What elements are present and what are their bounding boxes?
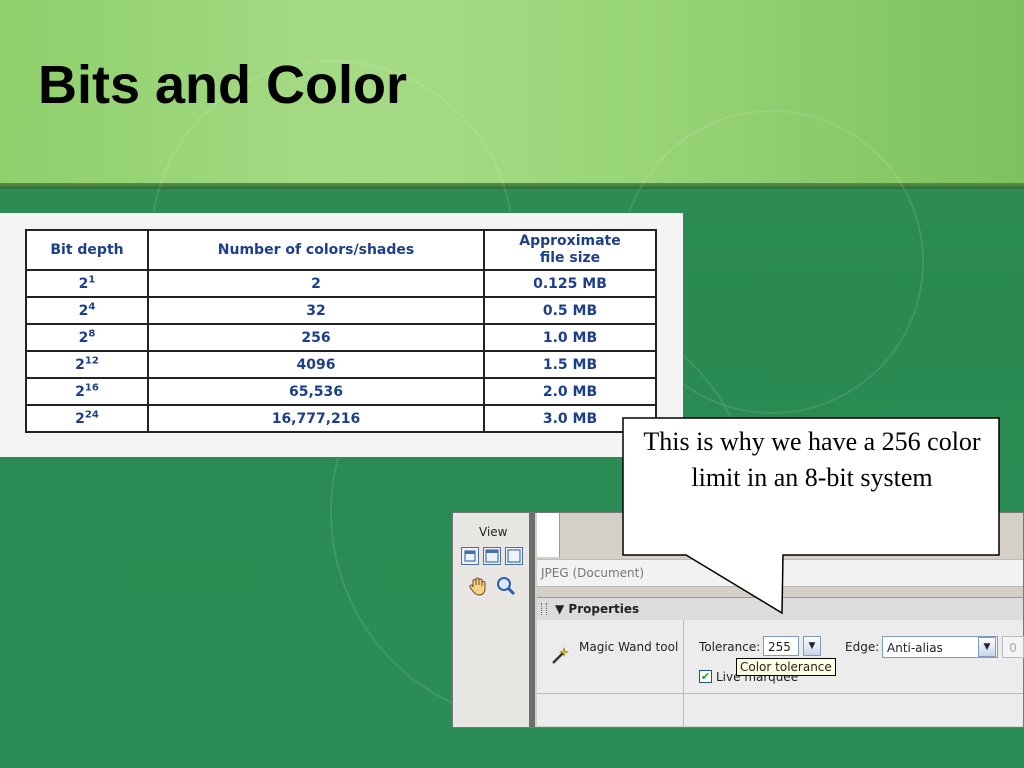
callout-text: This is why we have a 256 color limit in… — [643, 427, 981, 492]
slide: Bits and Color Bit depth Number of color… — [0, 0, 1024, 768]
callout-bubble — [622, 417, 1000, 615]
